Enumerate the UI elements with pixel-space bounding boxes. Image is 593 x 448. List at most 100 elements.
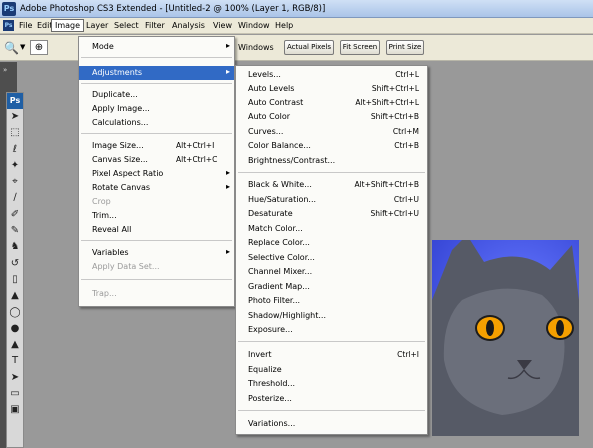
submenu-arrow-icon: ▸ bbox=[225, 41, 230, 50]
menu-item-auto-color[interactable]: Auto Color Shift+Ctrl+B bbox=[236, 110, 427, 124]
menu-item-pixel-aspect-ratio[interactable]: Pixel Aspect Ratio ▸ bbox=[79, 167, 234, 181]
shape-tool-icon[interactable]: ▭ bbox=[7, 386, 23, 402]
menu-item-crop: Crop bbox=[79, 195, 234, 209]
lasso-tool-icon[interactable]: ℓ bbox=[7, 142, 23, 158]
menu-item-variations[interactable]: Variations... bbox=[236, 417, 427, 431]
menu-item-mode[interactable]: Mode ▸ bbox=[79, 40, 234, 54]
menu-item-black-white[interactable]: Black & White... Alt+Shift+Ctrl+B bbox=[236, 178, 427, 192]
menu-item-selective-color[interactable]: Selective Color... bbox=[236, 251, 427, 265]
menu-item-label: Exposure... bbox=[248, 325, 293, 334]
notes-tool-icon[interactable]: ▣ bbox=[7, 402, 23, 418]
type-tool-icon[interactable]: T bbox=[7, 353, 23, 369]
menu-item-label: Auto Contrast bbox=[248, 98, 304, 107]
menu-help[interactable]: Help bbox=[275, 21, 293, 30]
slice-tool-icon[interactable]: ∕ bbox=[7, 190, 23, 206]
menu-select[interactable]: Select bbox=[114, 21, 139, 30]
menu-item-adjustments[interactable]: Adjustments ▸ bbox=[79, 66, 234, 80]
collapse-icon[interactable]: » bbox=[3, 66, 7, 74]
zoom-in-icon[interactable]: ⊕ bbox=[30, 40, 48, 55]
menu-item-threshold[interactable]: Threshold... bbox=[236, 377, 427, 391]
actual-pixels-button[interactable]: Actual Pixels bbox=[284, 40, 334, 55]
dodge-tool-icon[interactable]: ● bbox=[7, 321, 23, 337]
menu-separator bbox=[81, 83, 232, 84]
menu-separator bbox=[81, 133, 232, 134]
marquee-tool-icon[interactable]: ⬚ bbox=[7, 125, 23, 141]
menu-item-auto-contrast[interactable]: Auto Contrast Alt+Shift+Ctrl+L bbox=[236, 96, 427, 110]
menu-item-match-color[interactable]: Match Color... bbox=[236, 222, 427, 236]
menu-item-photo-filter[interactable]: Photo Filter... bbox=[236, 294, 427, 308]
eraser-tool-icon[interactable]: ▯ bbox=[7, 272, 23, 288]
healing-brush-icon[interactable]: ✐ bbox=[7, 207, 23, 223]
document-icon[interactable]: Ps bbox=[3, 20, 14, 31]
menu-item-levels[interactable]: Levels... Ctrl+L bbox=[236, 68, 427, 82]
menu-filter[interactable]: Filter bbox=[145, 21, 165, 30]
menu-item-trim[interactable]: Trim... bbox=[79, 209, 234, 223]
menu-item-label: Shadow/Highlight... bbox=[248, 311, 327, 320]
menu-layer[interactable]: Layer bbox=[86, 21, 108, 30]
menu-item-color-balance[interactable]: Color Balance... Ctrl+B bbox=[236, 139, 427, 153]
history-brush-icon[interactable]: ↺ bbox=[7, 256, 23, 272]
menu-item-hue-saturation[interactable]: Hue/Saturation... Ctrl+U bbox=[236, 193, 427, 207]
document-canvas[interactable] bbox=[432, 240, 579, 436]
menu-item-shadow-highlight[interactable]: Shadow/Highlight... bbox=[236, 309, 427, 323]
menu-item-canvas-size[interactable]: Canvas Size... Alt+Ctrl+C bbox=[79, 153, 234, 167]
menu-item-invert[interactable]: Invert Ctrl+I bbox=[236, 348, 427, 362]
menu-item-label: Image Size... bbox=[92, 141, 144, 150]
menu-view[interactable]: View bbox=[213, 21, 232, 30]
menu-item-exposure[interactable]: Exposure... bbox=[236, 323, 427, 337]
menu-window[interactable]: Window bbox=[238, 21, 270, 30]
menu-item-channel-mixer[interactable]: Channel Mixer... bbox=[236, 265, 427, 279]
menu-item-shortcut: Ctrl+M bbox=[392, 127, 419, 136]
menu-item-curves[interactable]: Curves... Ctrl+M bbox=[236, 125, 427, 139]
menu-item-apply-image[interactable]: Apply Image... bbox=[79, 102, 234, 116]
brush-tool-icon[interactable]: ✎ bbox=[7, 223, 23, 239]
menu-item-apply-data-set: Apply Data Set... bbox=[79, 260, 234, 274]
submenu-arrow-icon: ▸ bbox=[225, 182, 230, 191]
menu-item-shortcut: Ctrl+B bbox=[394, 141, 419, 150]
menu-item-shortcut: Alt+Ctrl+C bbox=[176, 155, 218, 164]
menu-item-label: Variations... bbox=[248, 419, 296, 428]
chevron-down-icon[interactable]: ▼ bbox=[20, 43, 25, 51]
menu-item-variables[interactable]: Variables ▸ bbox=[79, 246, 234, 260]
menu-item-shortcut: Shift+Ctrl+U bbox=[370, 209, 419, 218]
menu-item-shortcut: Alt+Ctrl+I bbox=[176, 141, 215, 150]
menu-item-shortcut: Ctrl+L bbox=[395, 70, 419, 79]
menu-item-label: Apply Data Set... bbox=[92, 262, 160, 271]
menu-item-posterize[interactable]: Posterize... bbox=[236, 392, 427, 406]
print-size-button[interactable]: Print Size bbox=[386, 40, 424, 55]
move-tool-icon[interactable]: ➤ bbox=[7, 109, 23, 125]
menu-item-replace-color[interactable]: Replace Color... bbox=[236, 236, 427, 250]
menu-item-auto-levels[interactable]: Auto Levels Shift+Ctrl+L bbox=[236, 82, 427, 96]
menu-item-brightness-contrast[interactable]: Brightness/Contrast... bbox=[236, 154, 427, 168]
photoshop-app-icon: Ps bbox=[2, 2, 16, 16]
menu-item-desaturate[interactable]: Desaturate Shift+Ctrl+U bbox=[236, 207, 427, 221]
menu-item-shortcut: Ctrl+I bbox=[397, 350, 419, 359]
pen-tool-icon[interactable]: ▲ bbox=[7, 337, 23, 353]
path-selection-icon[interactable]: ➤ bbox=[7, 370, 23, 386]
gradient-tool-icon[interactable]: ▲ bbox=[7, 288, 23, 304]
blur-tool-icon[interactable]: ◯ bbox=[7, 305, 23, 321]
menu-image[interactable]: Image bbox=[51, 19, 85, 32]
crop-tool-icon[interactable]: ⌖ bbox=[7, 174, 23, 190]
menu-item-image-size[interactable]: Image Size... Alt+Ctrl+I bbox=[79, 139, 234, 153]
menu-file[interactable]: File bbox=[19, 21, 32, 30]
fit-screen-button[interactable]: Fit Screen bbox=[340, 40, 380, 55]
menu-item-label: Variables bbox=[92, 248, 129, 257]
submenu-arrow-icon: ▸ bbox=[225, 67, 230, 76]
menu-analysis[interactable]: Analysis bbox=[172, 21, 205, 30]
menu-item-trap: Trap... bbox=[79, 287, 234, 301]
zoom-tool-icon[interactable]: 🔍 bbox=[4, 41, 19, 55]
menu-item-label: Auto Color bbox=[248, 112, 291, 121]
window-title: Adobe Photoshop CS3 Extended - [Untitled… bbox=[20, 4, 326, 14]
menu-item-label: Crop bbox=[92, 197, 111, 206]
menu-item-reveal-all[interactable]: Reveal All bbox=[79, 223, 234, 237]
menu-item-label: Trim... bbox=[92, 211, 117, 220]
menu-item-gradient-map[interactable]: Gradient Map... bbox=[236, 280, 427, 294]
photoshop-logo[interactable]: Ps bbox=[7, 93, 23, 109]
magic-wand-icon[interactable]: ✦ bbox=[7, 158, 23, 174]
menu-item-equalize[interactable]: Equalize bbox=[236, 363, 427, 377]
menu-item-duplicate[interactable]: Duplicate... bbox=[79, 88, 234, 102]
menu-item-calculations[interactable]: Calculations... bbox=[79, 116, 234, 130]
clone-stamp-icon[interactable]: ♞ bbox=[7, 239, 23, 255]
menu-item-rotate-canvas[interactable]: Rotate Canvas ▸ bbox=[79, 181, 234, 195]
